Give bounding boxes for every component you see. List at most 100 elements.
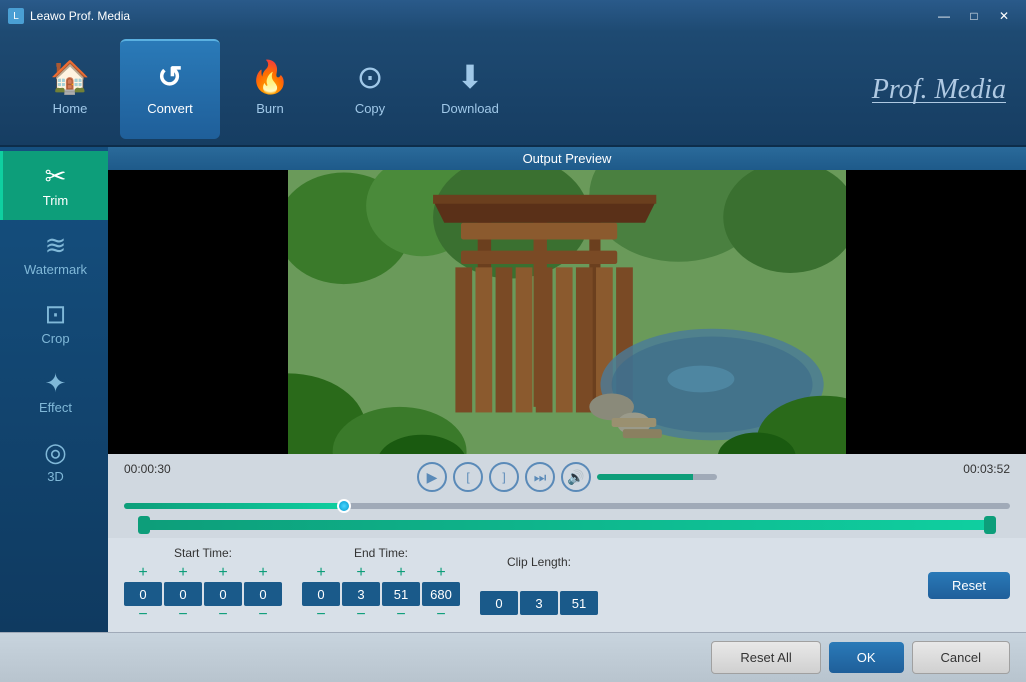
toolbar-item-home[interactable]: 🏠 Home	[20, 39, 120, 139]
start-h-input[interactable]	[124, 582, 162, 606]
end-m-input[interactable]	[342, 582, 380, 606]
start-ms-up[interactable]: +	[251, 564, 275, 582]
minimize-button[interactable]: —	[930, 4, 958, 28]
end-h-col: + −	[302, 564, 340, 624]
bottom-bar: Reset All OK Cancel	[0, 632, 1026, 682]
start-m-up[interactable]: +	[171, 564, 195, 582]
end-ms-down[interactable]: −	[429, 606, 453, 624]
clip-s-col	[560, 573, 598, 615]
convert-icon: ↺	[157, 63, 182, 93]
sidebar-item-effect[interactable]: ✦ Effect	[0, 358, 108, 427]
end-h-up[interactable]: +	[309, 564, 333, 582]
close-button[interactable]: ✕	[990, 4, 1018, 28]
start-h-up[interactable]: +	[131, 564, 155, 582]
range-fill	[144, 520, 990, 530]
content-area: Output Preview	[108, 147, 1026, 632]
loop-in-button[interactable]: [	[453, 462, 483, 492]
end-time-display: 00:03:52	[963, 462, 1010, 492]
start-ms-input[interactable]	[244, 582, 282, 606]
ok-button[interactable]: OK	[829, 642, 904, 673]
volume-button[interactable]: 🔊	[561, 462, 591, 492]
time-display: 00:00:30 ▶ [ ] ⏭ 🔊 00:03:52	[124, 462, 1010, 492]
start-s-col: + −	[204, 564, 242, 624]
video-black-left	[108, 170, 288, 454]
brand-logo: Prof. Media	[872, 74, 1006, 103]
end-m-up[interactable]: +	[349, 564, 373, 582]
end-ms-up[interactable]: +	[429, 564, 453, 582]
controls-area: Start Time: + − + − + −	[108, 538, 1026, 632]
reset-all-button[interactable]: Reset All	[711, 641, 820, 674]
reset-button[interactable]: Reset	[928, 572, 1010, 599]
copy-icon: ⊙	[357, 61, 384, 93]
3d-icon: ◎	[44, 439, 67, 465]
video-frame	[288, 170, 846, 454]
clip-length-label: Clip Length:	[507, 555, 571, 569]
timeline-progress	[124, 503, 346, 509]
play-button[interactable]: ▶	[417, 462, 447, 492]
title-bar-controls: — □ ✕	[930, 4, 1018, 28]
toolbar-item-convert[interactable]: ↺ Convert	[120, 39, 220, 139]
app-title: Leawo Prof. Media	[30, 9, 130, 23]
video-black-right	[846, 170, 1026, 454]
trim-icon: ✂	[45, 163, 67, 189]
end-h-down[interactable]: −	[309, 606, 333, 624]
clip-length-group: Clip Length:	[480, 555, 598, 615]
timeline-section: 00:00:30 ▶ [ ] ⏭ 🔊 00:03:52	[108, 454, 1026, 538]
sidebar-item-3d[interactable]: ◎ 3D	[0, 427, 108, 496]
clip-h-input[interactable]	[480, 591, 518, 615]
start-s-input[interactable]	[204, 582, 242, 606]
clip-length-inputs	[480, 573, 598, 615]
end-m-down[interactable]: −	[349, 606, 373, 624]
start-m-down[interactable]: −	[171, 606, 195, 624]
start-time-display: 00:00:30	[124, 462, 171, 492]
start-time-inputs: + − + − + − +	[124, 564, 282, 624]
start-s-up[interactable]: +	[211, 564, 235, 582]
end-s-input[interactable]	[382, 582, 420, 606]
watermark-icon: ≋	[45, 232, 67, 258]
end-time-inputs: + − + − + − +	[302, 564, 460, 624]
sidebar-label-effect: Effect	[39, 400, 72, 415]
end-ms-input[interactable]	[422, 582, 460, 606]
range-handle-right[interactable]	[984, 516, 996, 534]
start-m-col: + −	[164, 564, 202, 624]
preview-header: Output Preview	[108, 147, 1026, 170]
toolbar-label-download: Download	[441, 101, 499, 116]
toolbar-label-convert: Convert	[147, 101, 193, 116]
start-m-input[interactable]	[164, 582, 202, 606]
toolbar-item-copy[interactable]: ⊙ Copy	[320, 39, 420, 139]
clip-s-input[interactable]	[560, 591, 598, 615]
maximize-button[interactable]: □	[960, 4, 988, 28]
download-icon: ⬇	[457, 61, 484, 93]
toolbar-item-burn[interactable]: 🔥 Burn	[220, 39, 320, 139]
volume-slider[interactable]	[597, 474, 717, 480]
sidebar-item-watermark[interactable]: ≋ Watermark	[0, 220, 108, 289]
skip-button[interactable]: ⏭	[525, 462, 555, 492]
cancel-button[interactable]: Cancel	[912, 641, 1010, 674]
range-handle-left[interactable]	[138, 516, 150, 534]
sidebar-label-watermark: Watermark	[24, 262, 87, 277]
clip-h-col	[480, 573, 518, 615]
timeline-track[interactable]	[124, 496, 1010, 516]
loop-out-button[interactable]: ]	[489, 462, 519, 492]
garden-svg	[288, 170, 846, 454]
sidebar: ✂ Trim ≋ Watermark ⊡ Crop ✦ Effect ◎ 3D	[0, 147, 108, 632]
burn-icon: 🔥	[250, 61, 290, 93]
start-ms-down[interactable]: −	[251, 606, 275, 624]
start-h-down[interactable]: −	[131, 606, 155, 624]
effect-icon: ✦	[45, 370, 67, 396]
title-bar-left: L Leawo Prof. Media	[8, 8, 130, 24]
clip-m-input[interactable]	[520, 591, 558, 615]
app-icon: L	[8, 8, 24, 24]
sidebar-item-trim[interactable]: ✂ Trim	[0, 151, 108, 220]
end-s-up[interactable]: +	[389, 564, 413, 582]
start-s-down[interactable]: −	[211, 606, 235, 624]
timeline-handle[interactable]	[337, 499, 351, 513]
sidebar-item-crop[interactable]: ⊡ Crop	[0, 289, 108, 358]
toolbar-item-download[interactable]: ⬇ Download	[420, 39, 520, 139]
end-time-label: End Time:	[354, 546, 408, 560]
clip-m-col	[520, 573, 558, 615]
end-h-input[interactable]	[302, 582, 340, 606]
timeline-range-bar[interactable]	[144, 520, 990, 530]
toolbar-label-burn: Burn	[256, 101, 283, 116]
end-s-down[interactable]: −	[389, 606, 413, 624]
